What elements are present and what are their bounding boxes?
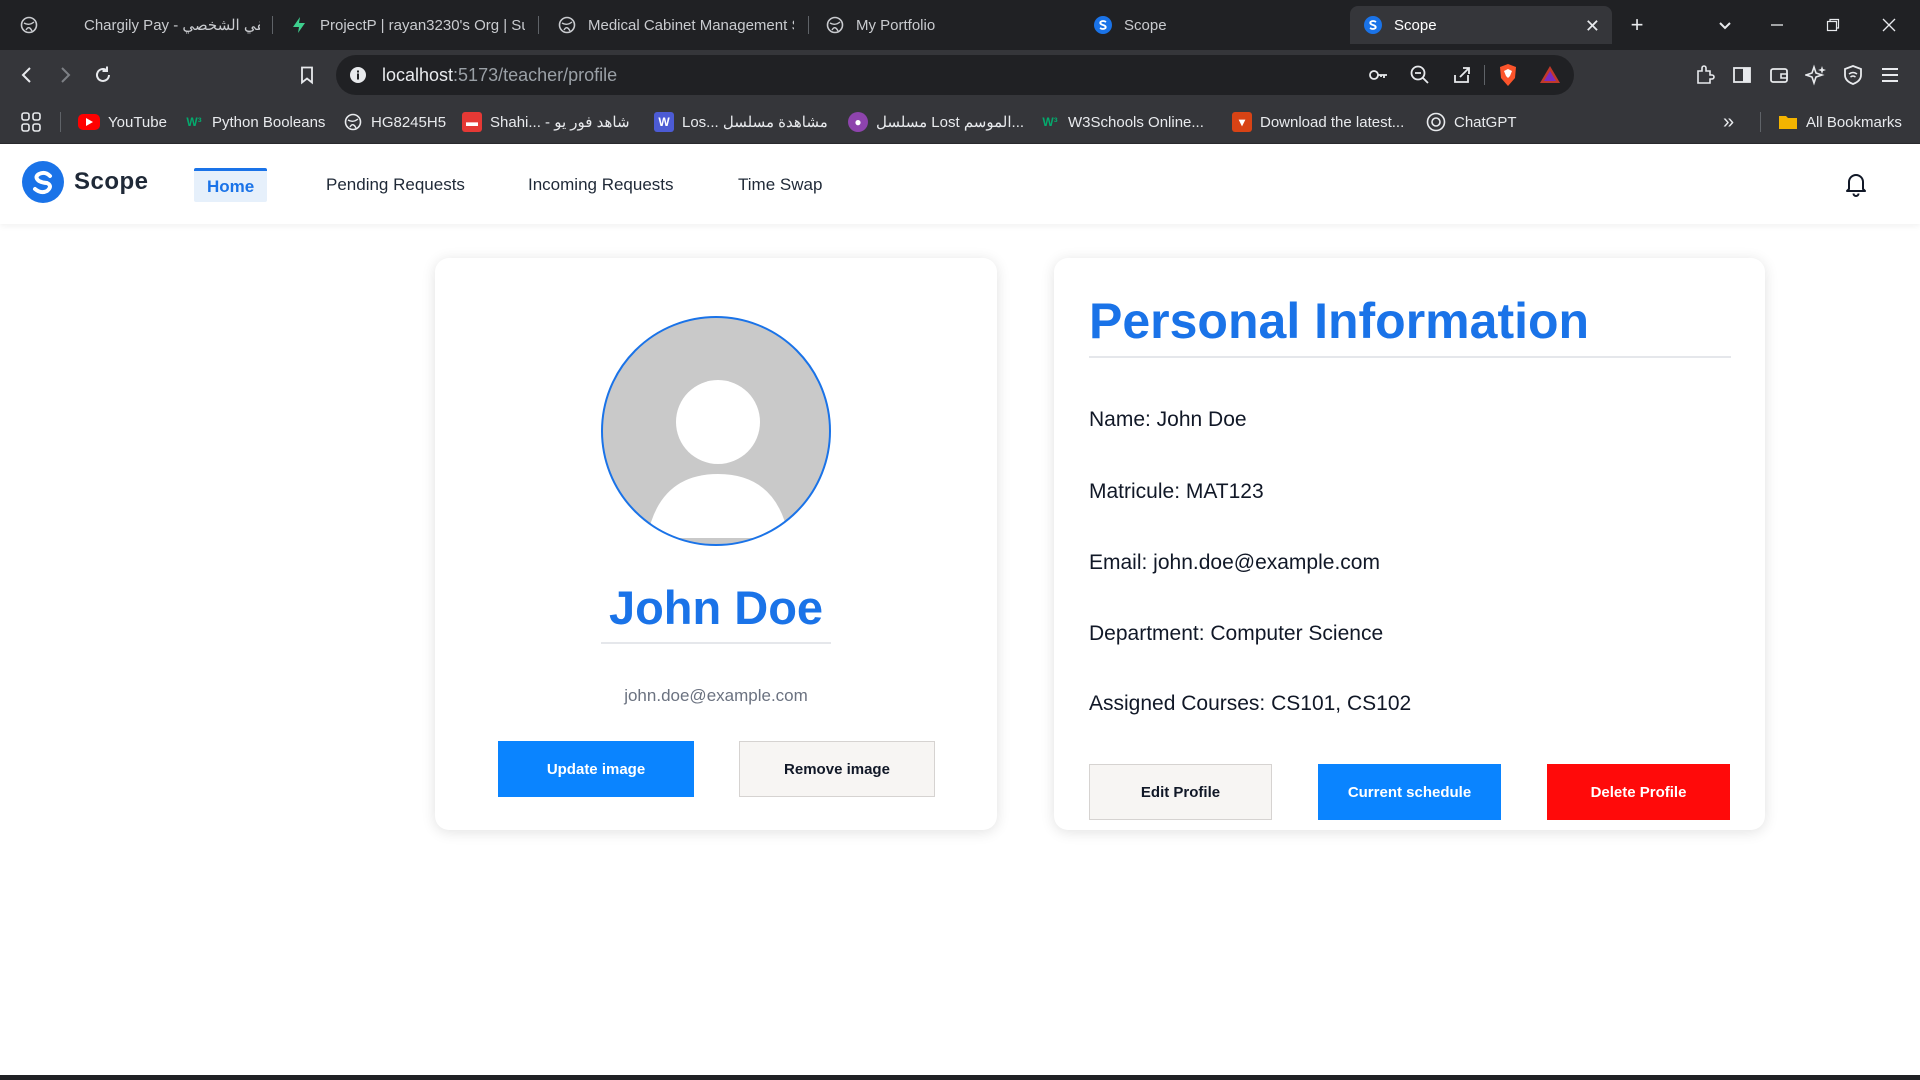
- nav-home[interactable]: Home: [194, 168, 268, 202]
- w3-icon: W³: [1042, 115, 1058, 129]
- delete-profile-button[interactable]: Delete Profile: [1547, 764, 1730, 820]
- info-matricule: Matricule: MAT123: [1089, 480, 1264, 503]
- bookmark-shahid[interactable]: ▬ Shahi... - شاهد فور يو: [462, 110, 630, 134]
- scope-logo-text: Scope: [74, 168, 149, 195]
- personal-info-title: Personal Information: [1089, 293, 1590, 349]
- address-bar[interactable]: localhost:5173/teacher/profile: [336, 55, 1574, 95]
- w-icon: W: [654, 112, 674, 132]
- supabase-icon: [290, 16, 308, 34]
- brave-shields-icon[interactable]: [1496, 63, 1520, 87]
- w3-icon: W³: [186, 115, 202, 129]
- bookmark-icon[interactable]: [292, 60, 322, 90]
- bookmarks-divider: [60, 112, 61, 132]
- bookmark-youtube[interactable]: YouTube: [78, 110, 167, 134]
- all-bookmarks-button[interactable]: All Bookmarks: [1778, 110, 1902, 134]
- browser-tab-bar: Chargily Pay - ملفي الشخصي ProjectP | ra…: [0, 0, 1920, 50]
- vpn-shield-icon[interactable]: [1838, 60, 1868, 90]
- back-icon[interactable]: [12, 60, 42, 90]
- info-name: Name: John Doe: [1089, 408, 1247, 431]
- browser-tab-active[interactable]: Scope ✕: [1350, 6, 1612, 44]
- nav-incoming-requests[interactable]: Incoming Requests: [528, 168, 674, 202]
- browser-tab[interactable]: ProjectP | rayan3230's Org | Su: [290, 6, 525, 44]
- download-icon: ▾: [1232, 112, 1252, 132]
- personal-info-card: Personal Information Name: John Doe Matr…: [1054, 258, 1765, 830]
- tab-search-icon[interactable]: [1710, 10, 1740, 40]
- divider: [1089, 356, 1731, 358]
- bookmarks-bar: YouTube W³ Python Booleans HG8245H5 ▬ Sh…: [0, 100, 1920, 144]
- info-department: Department: Computer Science: [1089, 622, 1384, 645]
- notification-bell-icon[interactable]: [1842, 170, 1870, 198]
- browser-tab[interactable]: Medical Cabinet Management S: [558, 6, 794, 44]
- avatar: [601, 316, 831, 546]
- forward-icon[interactable]: [50, 60, 80, 90]
- film-icon: ●: [848, 112, 868, 132]
- globe-icon: [20, 16, 38, 34]
- tab-separator: [808, 16, 809, 34]
- youtube-icon: [78, 114, 100, 130]
- divider: [601, 642, 831, 644]
- restore-icon[interactable]: [1818, 10, 1848, 40]
- minimize-icon[interactable]: [1762, 10, 1792, 40]
- user-silhouette-icon: [647, 380, 789, 538]
- bookmark-download[interactable]: ▾ Download the latest...: [1232, 110, 1404, 134]
- extensions-icon[interactable]: [1690, 60, 1720, 90]
- browser-tab[interactable]: My Portfolio: [826, 6, 1066, 44]
- tab-separator: [538, 16, 539, 34]
- edit-profile-button[interactable]: Edit Profile: [1089, 764, 1272, 820]
- reload-icon[interactable]: [88, 60, 118, 90]
- password-key-icon[interactable]: [1366, 63, 1390, 87]
- shahid-icon: ▬: [462, 112, 482, 132]
- omnibox-divider: [1484, 65, 1485, 85]
- globe-icon: [343, 112, 363, 132]
- bookmark-python-booleans[interactable]: W³ Python Booleans: [184, 110, 325, 134]
- chatgpt-icon: [1426, 112, 1446, 132]
- more-bookmarks-button[interactable]: »: [1723, 110, 1734, 134]
- browser-tab[interactable]: Scope: [1094, 6, 1334, 44]
- current-schedule-button[interactable]: Current schedule: [1318, 764, 1501, 820]
- bookmark-hg8245h5[interactable]: HG8245H5: [343, 110, 446, 134]
- profile-name: John Doe: [608, 581, 824, 634]
- brave-rewards-icon[interactable]: [1538, 63, 1562, 87]
- zoom-out-icon[interactable]: [1408, 63, 1432, 87]
- update-image-button[interactable]: Update image: [498, 741, 694, 797]
- new-tab-button[interactable]: +: [1622, 10, 1652, 40]
- bookmark-chatgpt[interactable]: ChatGPT: [1426, 110, 1517, 134]
- nav-pending-requests[interactable]: Pending Requests: [326, 168, 465, 202]
- scope-logo-icon: [22, 161, 64, 203]
- profile-email: john.doe@example.com: [624, 686, 808, 705]
- url-text: localhost:5173/teacher/profile: [382, 65, 618, 85]
- nav-time-swap[interactable]: Time Swap: [738, 168, 822, 202]
- share-icon[interactable]: [1450, 63, 1474, 87]
- sidebar-icon[interactable]: [1727, 60, 1757, 90]
- info-assigned-courses: Assigned Courses: CS101, CS102: [1089, 692, 1412, 715]
- app-header: Scope Home Pending Requests Incoming Req…: [0, 144, 1920, 224]
- scope-logo[interactable]: Scope: [22, 161, 149, 203]
- remove-image-button[interactable]: Remove image: [739, 741, 935, 797]
- folder-icon: [1778, 112, 1798, 132]
- bookmark-w3schools[interactable]: W³ W3Schools Online...: [1040, 110, 1204, 134]
- apps-grid-icon[interactable]: [20, 110, 42, 134]
- profile-card: John Doe john.doe@example.com Update ima…: [435, 258, 997, 830]
- bookmarks-divider: [1760, 112, 1761, 132]
- menu-icon[interactable]: [1875, 60, 1905, 90]
- globe-icon: [826, 16, 844, 34]
- browser-toolbar: localhost:5173/teacher/profile: [0, 50, 1920, 100]
- scope-icon: [1094, 16, 1112, 34]
- wallet-icon[interactable]: [1764, 60, 1794, 90]
- bookmark-lost-series[interactable]: W Los... مشاهدة مسلسل: [654, 110, 828, 134]
- leo-ai-icon[interactable]: [1801, 60, 1831, 90]
- site-info-icon[interactable]: [346, 63, 370, 87]
- close-tab-icon[interactable]: ✕: [1585, 16, 1600, 37]
- browser-tab[interactable]: Chargily Pay - ملفي الشخصي: [20, 6, 260, 44]
- bookmark-lost-season[interactable]: ● مسلسل Lost الموسم...: [848, 110, 1024, 134]
- globe-icon: [558, 16, 576, 34]
- close-window-icon[interactable]: [1874, 10, 1904, 40]
- tab-separator: [272, 16, 273, 34]
- scope-icon: [1364, 16, 1382, 34]
- bottom-edge: [0, 1075, 1920, 1080]
- info-email: Email: john.doe@example.com: [1089, 551, 1380, 574]
